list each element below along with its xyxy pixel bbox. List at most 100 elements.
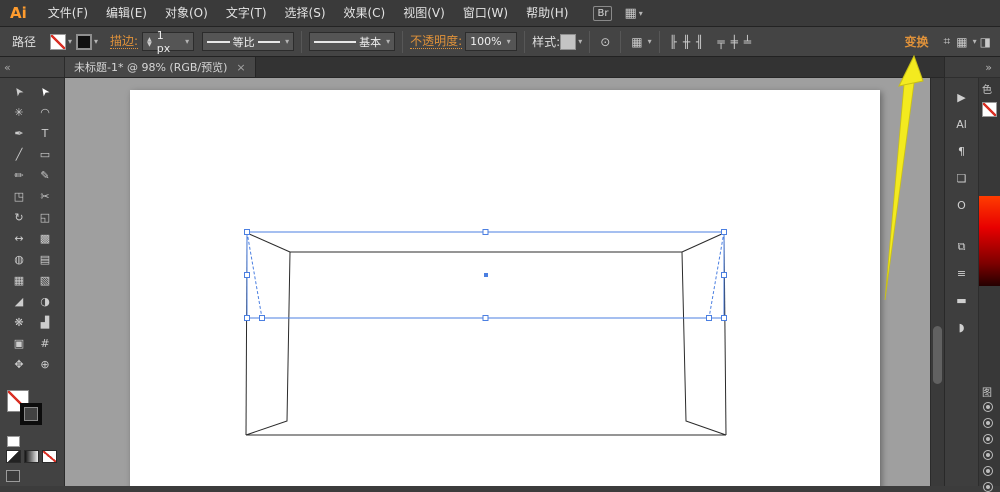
layer-eye-icon[interactable] [983,482,993,492]
gradient-tool[interactable]: ▧ [32,270,58,291]
workspace-switcher-icon[interactable]: ▦ [624,6,636,21]
rotate-tool[interactable]: ↻ [6,207,32,228]
align-center-icon[interactable]: ╫ [680,35,693,49]
line-segment-tool[interactable]: ╱ [6,144,32,165]
align-left-icon[interactable]: ╟ [667,35,680,49]
layer-eye-icon[interactable] [983,466,993,476]
menu-edit[interactable]: 编辑(E) [97,0,156,26]
menu-file[interactable]: 文件(F) [39,0,97,26]
width-tool[interactable]: ↔ [6,228,32,249]
pen-tool[interactable]: ✒ [6,123,32,144]
width-profile-dropdown[interactable]: 等比 ▾ [202,32,294,51]
dock-collapse-button[interactable]: » [945,57,1000,78]
stroke-width-value[interactable]: 1 px [157,29,180,55]
direct-selection-tool[interactable]: ➤ [32,81,58,102]
scissors-tool[interactable]: ✂ [32,186,58,207]
layer-eye-icon[interactable] [983,402,993,412]
document-tab[interactable]: 未标题-1* @ 98% (RGB/预览) × [65,57,256,77]
panel-grid-icon[interactable]: ▦ [953,35,970,49]
opacity-dropdown-icon[interactable]: ▾ [507,37,511,46]
workspace-dropdown-icon[interactable]: ▾ [639,9,643,18]
artboard-tool[interactable]: ▣ [6,333,32,354]
menu-select[interactable]: 选择(S) [276,0,335,26]
panel-pages-icon[interactable]: ❏ [950,169,974,188]
tab-close-icon[interactable]: × [236,61,245,74]
gradient-mode-button[interactable] [24,450,39,463]
rectangle-tool[interactable]: ▭ [32,144,58,165]
artboard[interactable] [130,90,880,486]
stroke-color-swatch[interactable] [76,34,92,50]
panel-play-icon[interactable]: ▶ [950,88,974,107]
menu-view[interactable]: 视图(V) [394,0,454,26]
align-bottom-icon[interactable]: ╧ [741,35,754,49]
style-dropdown-icon[interactable]: ▾ [578,37,582,46]
panel-paragraph-icon[interactable]: ¶ [950,142,974,161]
shape-builder-tool[interactable]: ◍ [6,249,32,270]
stroke-width-stepper[interactable]: ▲▼ [147,37,152,47]
panel-menu-icon[interactable]: ≡ [950,264,974,283]
zoom-tool[interactable]: ⊕ [32,354,58,375]
layer-eye-icon[interactable] [983,418,993,428]
panel-artboards-icon[interactable]: ⧉ [950,237,974,256]
style-swatch[interactable] [560,34,576,50]
opacity-field[interactable]: 100% ▾ [465,32,517,51]
brush-definition-dropdown[interactable]: 基本 ▾ [309,32,395,51]
symbol-sprayer-tool[interactable]: ❋ [6,312,32,333]
align-top-icon[interactable]: ╤ [714,35,727,49]
stroke-proxy-swatch[interactable] [20,403,42,425]
free-transform-tool[interactable]: ▩ [32,228,58,249]
partial-panel-icon[interactable]: ◨ [977,35,994,49]
pencil-tool[interactable]: ✎ [32,165,58,186]
toolbar-collapse-button[interactable]: « [0,57,65,77]
vertical-scrollbar[interactable] [930,78,944,486]
menu-window[interactable]: 窗口(W) [454,0,517,26]
lasso-tool[interactable]: ◠ [32,102,58,123]
menu-object[interactable]: 对象(O) [156,0,217,26]
menu-effect[interactable]: 效果(C) [335,0,395,26]
perspective-grid-tool[interactable]: ▤ [32,249,58,270]
fill-dropdown-icon[interactable]: ▾ [68,37,72,46]
menu-type[interactable]: 文字(T) [217,0,276,26]
panel-gradient-icon[interactable]: ▬ [950,291,974,310]
rasterize-icon[interactable]: ⌗ [941,34,954,49]
selection-tool[interactable]: ➤ [6,81,32,102]
transform-panel-link[interactable]: 变换 [905,35,929,49]
panel-transparency-icon[interactable]: ◗ [950,318,974,337]
color-mode-button[interactable] [6,450,21,463]
preferences-panel-icon[interactable]: ▦ [628,35,645,49]
paintbrush-tool[interactable]: ✏ [6,165,32,186]
canvas-area[interactable] [65,78,930,486]
eyedropper-tool[interactable]: ◢ [6,291,32,312]
hand-tool[interactable]: ✥ [6,354,32,375]
align-right-icon[interactable]: ╢ [693,35,706,49]
type-tool[interactable]: T [32,123,58,144]
eraser-tool[interactable]: ◳ [6,186,32,207]
fill-color-swatch[interactable] [50,34,66,50]
bridge-button[interactable]: Br [593,6,612,21]
scale-tool[interactable]: ◱ [32,207,58,228]
default-fill-stroke-icon[interactable] [7,436,20,447]
opacity-value[interactable]: 100% [470,35,501,48]
stroke-dropdown-icon[interactable]: ▾ [94,37,98,46]
mesh-tool[interactable]: ▦ [6,270,32,291]
slice-tool[interactable]: # [32,333,58,354]
blend-tool[interactable]: ◑ [32,291,58,312]
magic-wand-tool[interactable]: ✳ [6,102,32,123]
menu-help[interactable]: 帮助(H) [517,0,577,26]
layer-eye-icon[interactable] [983,450,993,460]
panel-character-icon[interactable]: Al [950,115,974,134]
document-setup-icon[interactable]: ⊙ [597,35,613,49]
opacity-panel-link[interactable]: 不透明度: [410,34,462,49]
stroke-width-dropdown-icon[interactable]: ▾ [185,37,189,46]
vertical-scrollbar-thumb[interactable] [933,326,942,384]
panel-appearance-icon[interactable]: O [950,196,974,215]
column-graph-tool[interactable]: ▟ [32,312,58,333]
draw-mode-button[interactable] [6,470,20,482]
none-swatch-icon[interactable] [982,102,997,117]
align-middle-icon[interactable]: ╪ [728,35,741,49]
stroke-width-field[interactable]: ▲▼ 1 px ▾ [142,32,194,51]
none-mode-button[interactable] [42,450,57,463]
layer-eye-icon[interactable] [983,434,993,444]
stroke-panel-link[interactable]: 描边: [110,34,138,49]
color-spectrum-swatch[interactable] [979,196,1000,286]
